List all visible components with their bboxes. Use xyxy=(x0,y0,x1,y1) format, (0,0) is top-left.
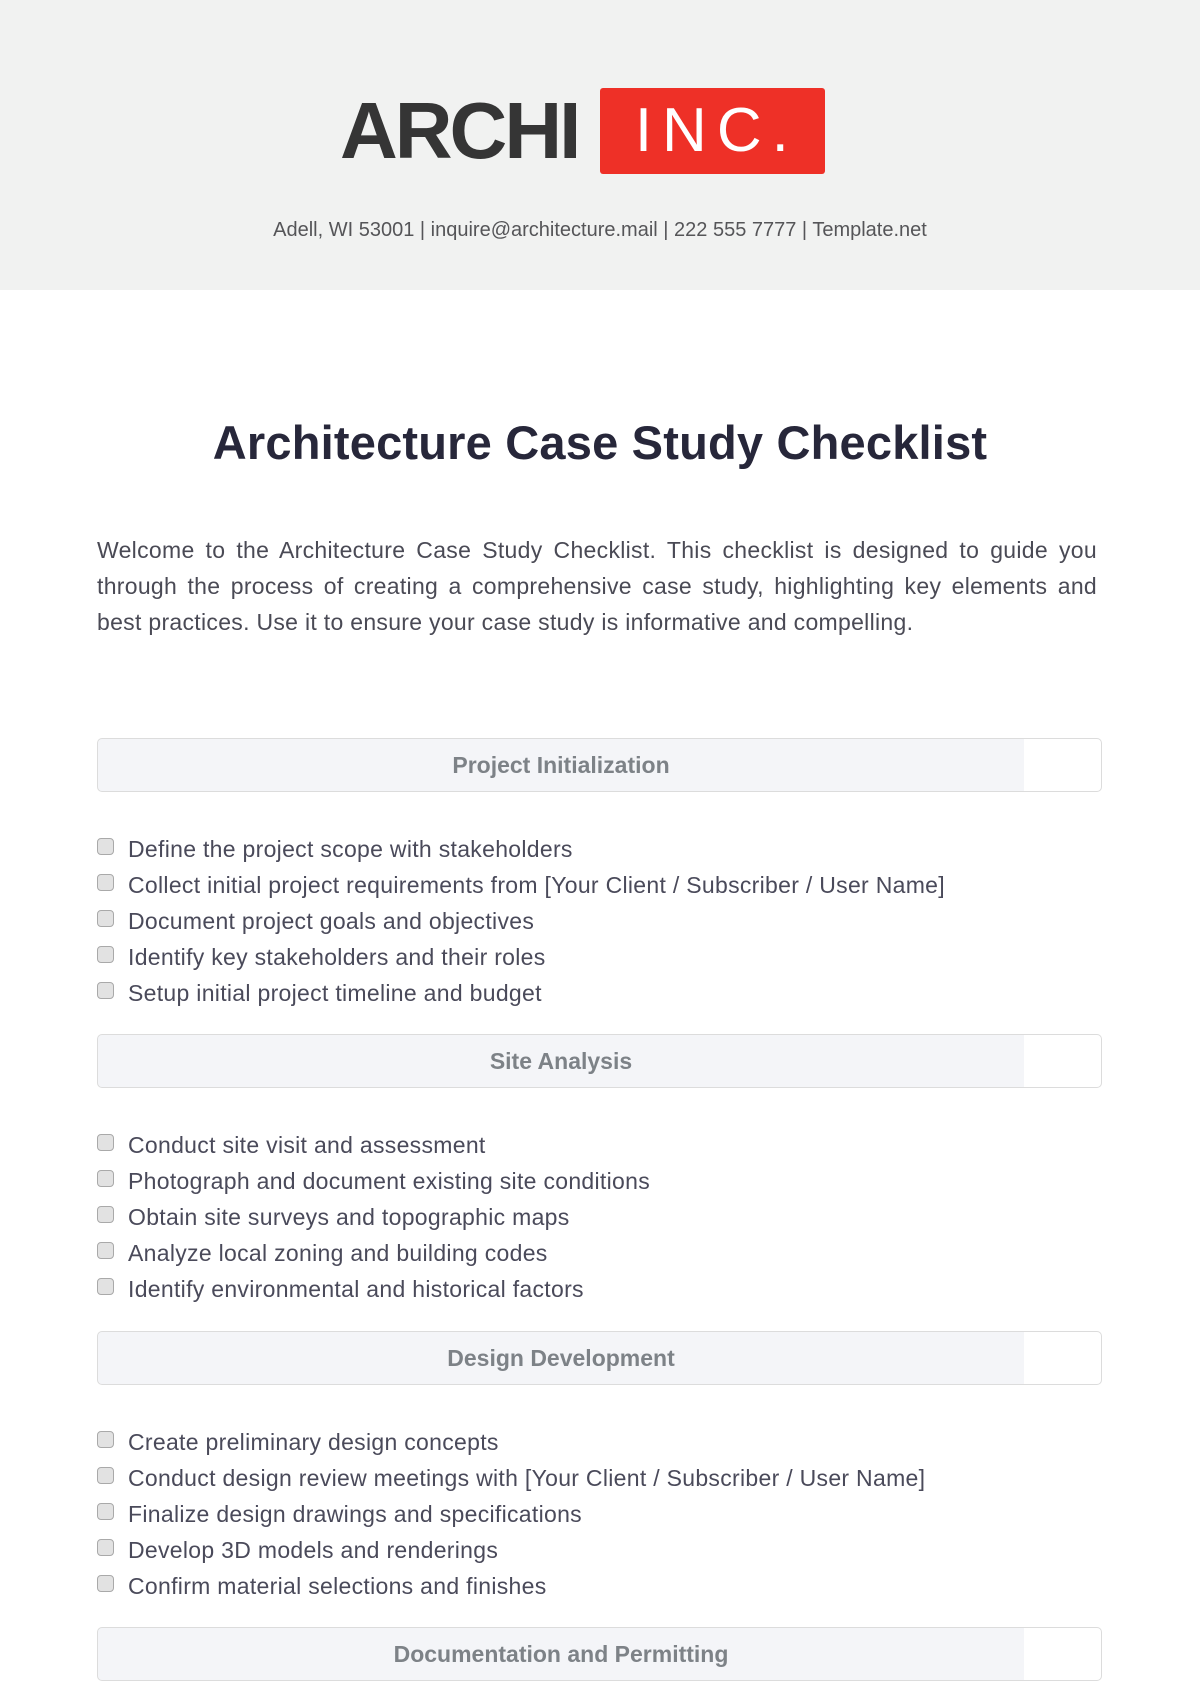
checkbox[interactable] xyxy=(97,1133,114,1151)
checklist-item[interactable]: Document project goals and objectives xyxy=(97,903,945,939)
checkbox[interactable] xyxy=(97,1466,114,1484)
checklist-item[interactable]: Setup initial project timeline and budge… xyxy=(97,975,945,1011)
checklist-item[interactable]: Photograph and document existing site co… xyxy=(97,1163,650,1199)
checkbox[interactable] xyxy=(97,909,114,927)
checklist-item-label: Conduct site visit and assessment xyxy=(128,1131,486,1158)
checklist-item-label: Collect initial project requirements fro… xyxy=(128,871,945,898)
checklist-item-label: Create preliminary design concepts xyxy=(128,1428,499,1455)
section-heading: Design Development xyxy=(447,1345,675,1371)
checklist-item[interactable]: Confirm material selections and finishes xyxy=(97,1568,925,1604)
logo-wordmark: ARCHI xyxy=(340,86,581,175)
checkbox[interactable] xyxy=(97,1277,114,1295)
section-heading: Site Analysis xyxy=(489,1048,633,1074)
section-header-documentation-and-permitting: Documentation and Permitting xyxy=(97,1627,1102,1681)
checklist-item-label: Photograph and document existing site co… xyxy=(128,1167,651,1194)
checklist-item[interactable]: Collect initial project requirements fro… xyxy=(97,867,945,903)
logo-badge: INC. xyxy=(600,88,826,174)
checklist-item[interactable]: Identify environmental and historical fa… xyxy=(97,1271,650,1307)
checklist-item-label: Conduct design review meetings with [You… xyxy=(128,1464,926,1491)
checklist-item[interactable]: Identify key stakeholders and their role… xyxy=(97,939,945,975)
checklist-item[interactable]: Create preliminary design concepts xyxy=(97,1424,925,1460)
checklist-item[interactable]: Conduct design review meetings with [You… xyxy=(97,1460,925,1496)
checklist-item[interactable]: Conduct site visit and assessment xyxy=(97,1127,650,1163)
checkbox[interactable] xyxy=(97,1502,114,1520)
checkbox[interactable] xyxy=(97,1430,114,1448)
checklist-item-label: Finalize design drawings and specificati… xyxy=(128,1500,582,1527)
section-header-design-development: Design Development xyxy=(97,1331,1102,1385)
checklist-item[interactable]: Analyze local zoning and building codes xyxy=(97,1235,650,1271)
checkbox[interactable] xyxy=(97,945,114,963)
checklist-item-label: Confirm material selections and finishes xyxy=(128,1572,547,1599)
checklist-item-label: Obtain site surveys and topographic maps xyxy=(128,1203,570,1230)
checklist-item[interactable]: Finalize design drawings and specificati… xyxy=(97,1496,925,1532)
section-header-project-initialization: Project Initialization xyxy=(97,738,1102,792)
checkbox[interactable] xyxy=(97,981,114,999)
checklist-item-label: Identify environmental and historical fa… xyxy=(128,1275,584,1302)
checkbox[interactable] xyxy=(97,1241,114,1259)
section-header-site-analysis: Site Analysis xyxy=(97,1034,1102,1088)
checklist-item-label: Setup initial project timeline and budge… xyxy=(128,979,542,1006)
checklist-item-label: Define the project scope with stakeholde… xyxy=(128,835,573,862)
section-heading: Documentation and Permitting xyxy=(393,1641,729,1667)
checklist-design-development: Create preliminary design concepts Condu… xyxy=(97,1424,925,1604)
checkbox[interactable] xyxy=(97,1538,114,1556)
company-logo: ARCHI INC. xyxy=(340,86,826,175)
checkbox[interactable] xyxy=(97,1205,114,1223)
checklist-site-analysis: Conduct site visit and assessment Photog… xyxy=(97,1127,650,1307)
checklist-item-label: Develop 3D models and renderings xyxy=(128,1536,499,1563)
contact-info: Adell, WI 53001 | inquire@architecture.m… xyxy=(273,219,927,241)
checkbox[interactable] xyxy=(97,1169,114,1187)
checkbox[interactable] xyxy=(97,873,114,891)
checklist-item-label: Analyze local zoning and building codes xyxy=(128,1239,548,1266)
page-title: Architecture Case Study Checklist xyxy=(212,416,988,469)
checklist-project-initialization: Define the project scope with stakeholde… xyxy=(97,831,945,1011)
checkbox[interactable] xyxy=(97,837,114,855)
checkbox[interactable] xyxy=(97,1574,114,1592)
checklist-item-label: Document project goals and objectives xyxy=(128,907,535,934)
checklist-item[interactable]: Define the project scope with stakeholde… xyxy=(97,831,945,867)
letterhead: ARCHI INC. Adell, WI 53001 | inquire@arc… xyxy=(0,0,1200,290)
checklist-item-label: Identify key stakeholders and their role… xyxy=(128,943,546,970)
checklist-item[interactable]: Develop 3D models and renderings xyxy=(97,1532,925,1568)
checklist-item[interactable]: Obtain site surveys and topographic maps xyxy=(97,1199,650,1235)
intro-paragraph: Welcome to the Architecture Case Study C… xyxy=(97,537,1097,635)
section-heading: Project Initialization xyxy=(452,752,670,778)
